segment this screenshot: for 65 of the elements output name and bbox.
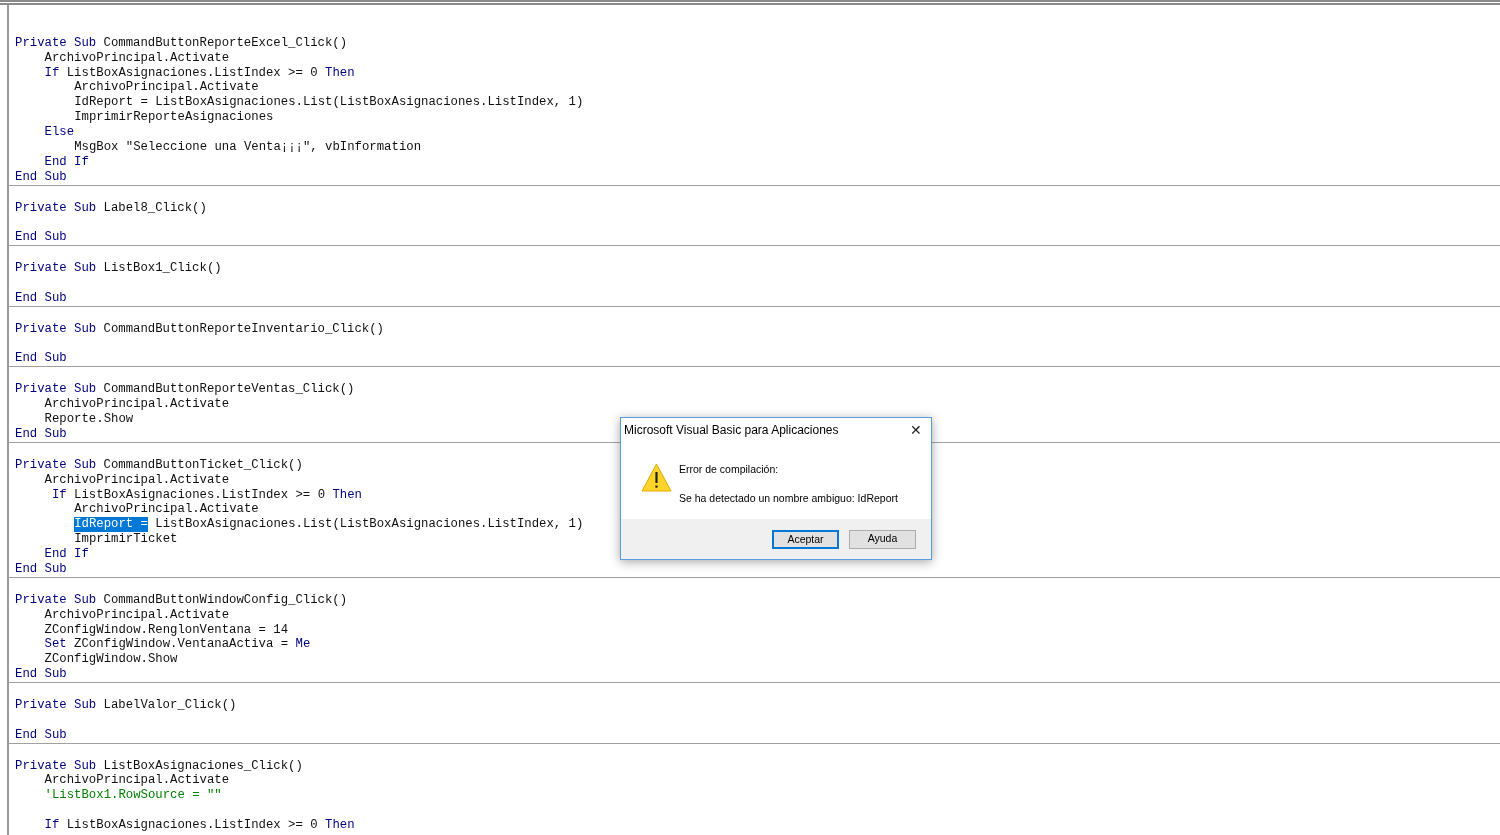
code-keyword: Private Sub: [15, 457, 97, 473]
code-text: ListBoxAsignaciones.ListIndex >= 0: [65, 818, 319, 833]
code-keyword: Then: [332, 487, 362, 503]
code-keyword: End Sub: [15, 230, 67, 246]
code-keyword: Else: [44, 125, 75, 140]
code-text: ZConfigWindow.Show: [44, 652, 178, 668]
code-text: ArchivoPrincipal.Activate: [44, 607, 230, 623]
code-keyword: End If: [44, 154, 89, 170]
code-text: ArchivoPrincipal.Activate: [44, 50, 230, 66]
code-keyword: Private Sub: [15, 592, 97, 608]
code-text: CommandButtonReporteInventario_Click(): [102, 321, 384, 337]
code-text: LabelValor_Click(): [102, 697, 237, 713]
code-text: Reporte.Show: [44, 412, 134, 427]
close-button[interactable]: ✕: [907, 423, 925, 437]
code-text: IdReport = ListBoxAsignaciones.List(ListBoxAsignaciones.ListIndex, 1): [74, 95, 584, 111]
code-keyword: Private Sub: [15, 35, 97, 51]
dialog-title: Microsoft Visual Basic para Aplicaciones: [624, 422, 839, 439]
code-keyword: End Sub: [15, 169, 67, 185]
code-text: ListBoxAsignaciones_Click(): [102, 758, 303, 774]
error-message: Se ha detectado un nombre ambiguo: IdReport: [679, 490, 898, 506]
code-text: ListBoxAsignaciones.ListIndex >= 0: [73, 487, 326, 503]
warning-icon: [641, 463, 672, 492]
code-keyword: End Sub: [15, 561, 67, 577]
code-text: ImprimirReporteAsignaciones: [74, 110, 274, 126]
code-keyword: Then: [325, 65, 355, 81]
code-keyword: Private Sub: [15, 697, 97, 713]
code-keyword: End Sub: [15, 426, 67, 442]
code-text: MsgBox "Seleccione una Venta¡¡¡", vbInformation: [74, 140, 422, 155]
dialog-button[interactable]: Aceptar: [772, 529, 839, 549]
code-text: ListBoxAsignaciones.ListIndex >= 0: [65, 65, 319, 81]
code-keyword: Private Sub: [15, 758, 97, 774]
code-keyword: End If: [44, 547, 89, 562]
code-text: ZConfigWindow.VentanaActiva =: [73, 637, 290, 653]
code-text: CommandButtonReporteExcel_Click(): [102, 35, 348, 51]
code-keyword: If: [44, 818, 60, 833]
error-heading: Error de compilación:: [679, 462, 780, 477]
selected-code: IdReport =: [74, 517, 148, 533]
code-keyword: If: [44, 65, 60, 81]
code-text: ArchivoPrincipal.Activate: [44, 773, 230, 789]
code-comment: 'ListBox1.RowSource = "": [44, 788, 222, 804]
code-text: ListBoxAsignaciones.List(ListBoxAsignaciones.ListIndex, 1): [154, 517, 584, 533]
code-text: CommandButtonReporteVentas_Click(): [102, 382, 355, 398]
code-text: ArchivoPrincipal.Activate: [74, 502, 259, 518]
code-keyword: Set: [44, 637, 67, 653]
code-keyword: Me: [295, 637, 311, 653]
code-text: CommandButtonWindowConfig_Click(): [102, 592, 348, 608]
code-keyword: Private Sub: [15, 321, 97, 337]
code-text: ZConfigWindow.RenglonVentana = 14: [44, 622, 289, 638]
code-text: ArchivoPrincipal.Activate: [44, 472, 230, 488]
code-text: Label8_Click(): [102, 200, 207, 216]
code-text: ListBox1_Click(): [102, 261, 222, 277]
code-text: ArchivoPrincipal.Activate: [44, 397, 230, 413]
code-text: CommandButtonTicket_Click(): [102, 457, 303, 473]
code-text: ImprimirTicket: [74, 532, 178, 548]
code-keyword: If: [50, 487, 67, 503]
dialog-button[interactable]: Ayuda: [849, 529, 916, 549]
code-keyword: Then: [325, 818, 355, 833]
code-text: ArchivoPrincipal.Activate: [74, 80, 259, 96]
code-keyword: End Sub: [15, 351, 67, 367]
code-keyword: Private Sub: [15, 200, 97, 216]
code-keyword: End Sub: [15, 667, 67, 683]
code-keyword: Private Sub: [15, 261, 97, 277]
code-keyword: Private Sub: [15, 382, 97, 398]
code-keyword: End Sub: [15, 290, 67, 306]
code-keyword: End Sub: [15, 727, 67, 743]
